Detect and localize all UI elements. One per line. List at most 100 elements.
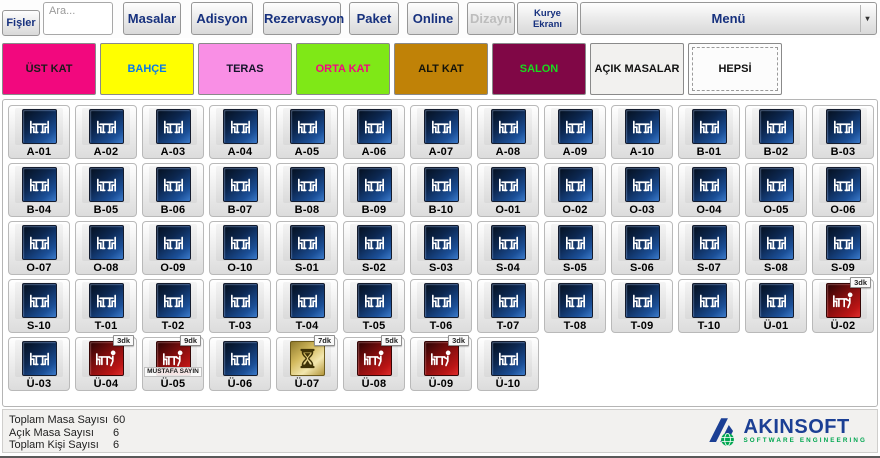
table-button-o-10[interactable]: O-10: [209, 221, 271, 275]
table-button-o-02[interactable]: O-02: [544, 163, 606, 217]
table-button-o-07[interactable]: O-07: [8, 221, 70, 275]
table-button-t-01[interactable]: T-01: [75, 279, 137, 333]
table-chairs-icon: [294, 229, 321, 256]
table-button-b-03[interactable]: B-03: [812, 105, 874, 159]
table-button-a-05[interactable]: A-05: [276, 105, 338, 159]
table-chairs-icon: [830, 229, 857, 256]
table-button-s-05[interactable]: S-05: [544, 221, 606, 275]
table-button-ü-05[interactable]: 9dk MUSTAFA SAYIN Ü-05: [142, 337, 204, 391]
table-button-t-06[interactable]: T-06: [410, 279, 472, 333]
table-button-a-10[interactable]: A-10: [611, 105, 673, 159]
table-button-s-08[interactable]: S-08: [745, 221, 807, 275]
menu-button[interactable]: Menü ▾: [580, 2, 877, 35]
table-button-t-02[interactable]: T-02: [142, 279, 204, 333]
status-label: Açık Masa Sayısı: [9, 427, 113, 440]
table-icon: [692, 225, 727, 260]
floor-button-açik-masalar[interactable]: AÇIK MASALAR: [590, 43, 684, 95]
table-button-b-01[interactable]: B-01: [678, 105, 740, 159]
table-button-t-10[interactable]: T-10: [678, 279, 740, 333]
table-button-o-04[interactable]: O-04: [678, 163, 740, 217]
table-icon-frame: [149, 166, 197, 203]
table-button-o-01[interactable]: O-01: [477, 163, 539, 217]
tab-online[interactable]: Online: [407, 2, 459, 35]
table-button-s-03[interactable]: S-03: [410, 221, 472, 275]
table-button-t-04[interactable]: T-04: [276, 279, 338, 333]
table-button-a-07[interactable]: A-07: [410, 105, 472, 159]
table-button-a-09[interactable]: A-09: [544, 105, 606, 159]
table-chairs-icon: [562, 287, 589, 314]
floor-label: ORTA KAT: [316, 63, 371, 75]
search-input[interactable]: [43, 2, 113, 35]
table-icon-frame: [618, 166, 666, 203]
table-button-s-10[interactable]: S-10: [8, 279, 70, 333]
table-icon: [558, 109, 593, 144]
table-button-o-09[interactable]: O-09: [142, 221, 204, 275]
table-button-b-02[interactable]: B-02: [745, 105, 807, 159]
table-button-t-03[interactable]: T-03: [209, 279, 271, 333]
table-button-s-07[interactable]: S-07: [678, 221, 740, 275]
tab-adisyon[interactable]: Adisyon: [191, 2, 253, 35]
table-button-o-06[interactable]: O-06: [812, 163, 874, 217]
table-button-t-07[interactable]: T-07: [477, 279, 539, 333]
table-button-a-08[interactable]: A-08: [477, 105, 539, 159]
table-button-b-06[interactable]: B-06: [142, 163, 204, 217]
chevron-down-icon[interactable]: ▾: [860, 5, 874, 32]
fisler-button[interactable]: Fişler: [2, 10, 40, 36]
table-icon: [22, 283, 57, 318]
table-icon-frame: [618, 224, 666, 261]
table-button-s-09[interactable]: S-09: [812, 221, 874, 275]
floor-button-teras[interactable]: TERAS: [198, 43, 292, 95]
table-button-b-08[interactable]: B-08: [276, 163, 338, 217]
tab-rezervasyon[interactable]: Rezervasyon: [263, 2, 341, 35]
floor-button-bahçe[interactable]: BAHÇE: [100, 43, 194, 95]
table-button-t-08[interactable]: T-08: [544, 279, 606, 333]
kurye-ekrani-button[interactable]: Kurye Ekranı: [517, 2, 578, 35]
table-icon: [22, 109, 57, 144]
table-button-ü-03[interactable]: Ü-03: [8, 337, 70, 391]
floor-button-salon[interactable]: SALON: [492, 43, 586, 95]
floor-button-üst-kat[interactable]: ÜST KAT: [2, 43, 96, 95]
floor-button-orta-kat[interactable]: ORTA KAT: [296, 43, 390, 95]
table-chairs-icon: [294, 171, 321, 198]
table-button-a-03[interactable]: A-03: [142, 105, 204, 159]
table-button-b-07[interactable]: B-07: [209, 163, 271, 217]
table-icon: [692, 109, 727, 144]
table-icon-frame: [149, 108, 197, 145]
table-button-a-02[interactable]: A-02: [75, 105, 137, 159]
table-button-s-02[interactable]: S-02: [343, 221, 405, 275]
table-button-ü-08[interactable]: 5dk Ü-08: [343, 337, 405, 391]
table-button-a-06[interactable]: A-06: [343, 105, 405, 159]
table-button-b-10[interactable]: B-10: [410, 163, 472, 217]
table-button-t-05[interactable]: T-05: [343, 279, 405, 333]
table-button-ü-04[interactable]: 3dk Ü-04: [75, 337, 137, 391]
table-button-a-04[interactable]: A-04: [209, 105, 271, 159]
table-icon: [290, 109, 325, 144]
table-button-b-09[interactable]: B-09: [343, 163, 405, 217]
table-button-ü-10[interactable]: Ü-10: [477, 337, 539, 391]
table-button-ü-01[interactable]: Ü-01: [745, 279, 807, 333]
table-button-b-05[interactable]: B-05: [75, 163, 137, 217]
table-button-b-04[interactable]: B-04: [8, 163, 70, 217]
table-label: Ü-08: [362, 378, 387, 390]
table-button-a-01[interactable]: A-01: [8, 105, 70, 159]
table-button-o-08[interactable]: O-08: [75, 221, 137, 275]
floor-button-alt-kat[interactable]: ALT KAT: [394, 43, 488, 95]
table-button-ü-07[interactable]: 7dk Ü-07: [276, 337, 338, 391]
table-chairs-icon: [495, 171, 522, 198]
tab-masalar[interactable]: Masalar: [123, 2, 181, 35]
table-icon-frame: [417, 166, 465, 203]
table-button-ü-09[interactable]: 3dk Ü-09: [410, 337, 472, 391]
table-button-t-09[interactable]: T-09: [611, 279, 673, 333]
table-button-o-05[interactable]: O-05: [745, 163, 807, 217]
table-button-s-06[interactable]: S-06: [611, 221, 673, 275]
table-label: T-09: [631, 320, 654, 332]
table-chairs-icon: [26, 345, 53, 372]
floor-button-hepsi-[interactable]: HEPSİ: [688, 43, 782, 95]
table-button-ü-02[interactable]: 3dk Ü-02: [812, 279, 874, 333]
table-button-ü-06[interactable]: Ü-06: [209, 337, 271, 391]
table-button-s-01[interactable]: S-01: [276, 221, 338, 275]
tab-paket[interactable]: Paket: [349, 2, 399, 35]
table-button-s-04[interactable]: S-04: [477, 221, 539, 275]
table-button-o-03[interactable]: O-03: [611, 163, 673, 217]
table-label: S-04: [496, 262, 520, 274]
